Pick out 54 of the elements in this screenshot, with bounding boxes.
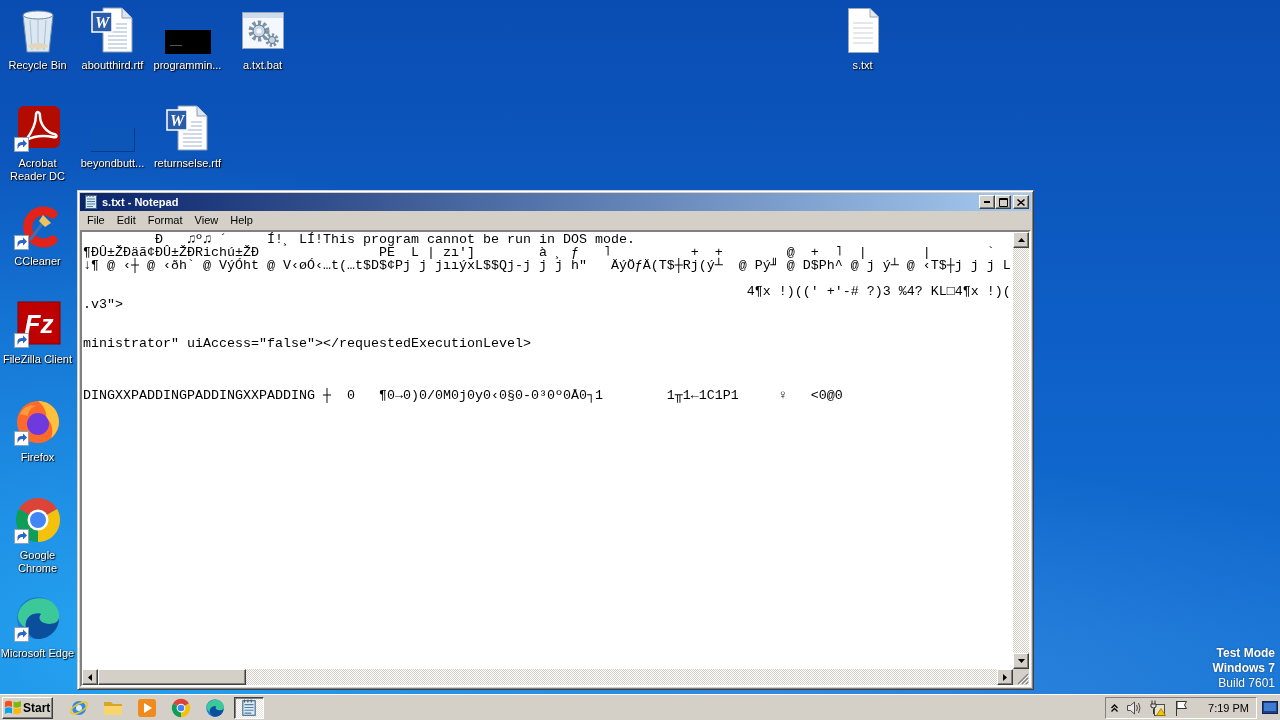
file-content: Ð ♫º♫ ´ Í!¸ LÍ!This program cannot be run in DOS mode. ¶ÐÛ±ŽÐäã¢ÐÛ±ŽÐRichú±ŽÐ PE L | zı'] à ¸ ƒ ˥ + + @ + ˥ | | ` ↓¶ @ ‹┼ @ ‹ðh` @ VýÓht @ V‹øÓ‹…t(…t$D$¢Pj j jııýxL$$Qj-j j j h" ÄýÖƒÄ(T$┼Rj(ý┴ @ Pý╜ @ D$Ph^ @ j ý┴ @ ‹T$┼j j j L 4¶x !)((' +'-# ?)3 %4? KL□4¶x !)( .v3"> ministrator" uiAccess="false"></requestedExecutionLevel> DINGXXPADDINGPADDINGXXPADDING ┼ 0 ¶0→0)0/0M0j0y0‹0§0-0³0º0Å0┐1 1╥1←1C1P1 ♀ <0@0 [83, 233, 1011, 402]
scroll-up-button[interactable] [1013, 232, 1029, 248]
scroll-right-button[interactable] [997, 669, 1013, 685]
edge-icon [205, 697, 225, 718]
maximize-button[interactable] [995, 195, 1011, 209]
windows-version-text: Windows 7 [1212, 661, 1275, 676]
resize-grip-icon[interactable] [1017, 673, 1029, 685]
desktop-icon[interactable]: s.txt [825, 0, 900, 72]
speaker-icon[interactable] [1126, 699, 1143, 716]
menu-item[interactable]: Edit [110, 212, 142, 229]
close-icon [1017, 198, 1025, 206]
test-mode-text: Test Mode [1216, 646, 1275, 661]
media-player-icon [138, 698, 156, 717]
chevron-up-icon[interactable] [1111, 703, 1119, 712]
clock[interactable]: 7:19 PM [1208, 701, 1249, 714]
left-caret-icon [88, 673, 92, 681]
menu-item[interactable]: File [81, 212, 111, 229]
menu-item[interactable]: Format [141, 212, 189, 229]
edge-button[interactable] [203, 696, 227, 719]
up-caret-icon [1017, 238, 1025, 242]
build-number-text: Build 7601 [1218, 676, 1275, 691]
maximize-icon [998, 197, 1008, 207]
down-caret-icon [1017, 659, 1025, 663]
desktop-icon[interactable]: Acrobat Reader DC [0, 98, 75, 183]
windows-flag-icon [5, 700, 21, 715]
minimize-icon [984, 201, 990, 203]
desktop-icon[interactable]: a.txt.bat [225, 0, 300, 72]
taskbar-button[interactable] [234, 696, 264, 719]
start-button[interactable]: Start [2, 696, 53, 719]
vertical-scrollbar[interactable] [1013, 232, 1029, 669]
menu-item[interactable]: View [188, 212, 225, 229]
desktop-icon[interactable]: CCleaner [0, 196, 75, 268]
menu-item[interactable]: Help [224, 212, 259, 229]
notepad-icon [83, 194, 99, 210]
desktop-icon[interactable]: programmin... [150, 0, 225, 72]
notepad-icon [240, 698, 258, 717]
show-desktop-icon[interactable] [1262, 701, 1278, 714]
chrome-button[interactable] [169, 696, 193, 719]
window-title: s.txt - Notepad [102, 195, 179, 210]
desktop-icon[interactable]: Recycle Bin [0, 0, 75, 72]
desktop-icon[interactable]: Firefox [0, 392, 75, 464]
desktop-icon[interactable]: W returnselse.rtf [150, 98, 225, 170]
desktop-icon[interactable]: W aboutthird.rtf [75, 0, 150, 72]
scroll-left-button[interactable] [82, 669, 98, 685]
horizontal-scrollbar[interactable] [82, 669, 1013, 685]
flag-icon[interactable] [1174, 699, 1189, 716]
scroll-down-button[interactable] [1013, 653, 1029, 669]
minimize-button[interactable] [979, 195, 995, 209]
desktop-icon[interactable]: beyondbutt... [75, 98, 150, 170]
close-button[interactable] [1013, 195, 1029, 209]
power-warning-icon[interactable] [1150, 699, 1167, 716]
scrollbar-thumb[interactable] [98, 669, 246, 685]
right-caret-icon [1003, 673, 1007, 681]
desktop-icon[interactable]: Fz FileZilla Client [0, 294, 75, 366]
